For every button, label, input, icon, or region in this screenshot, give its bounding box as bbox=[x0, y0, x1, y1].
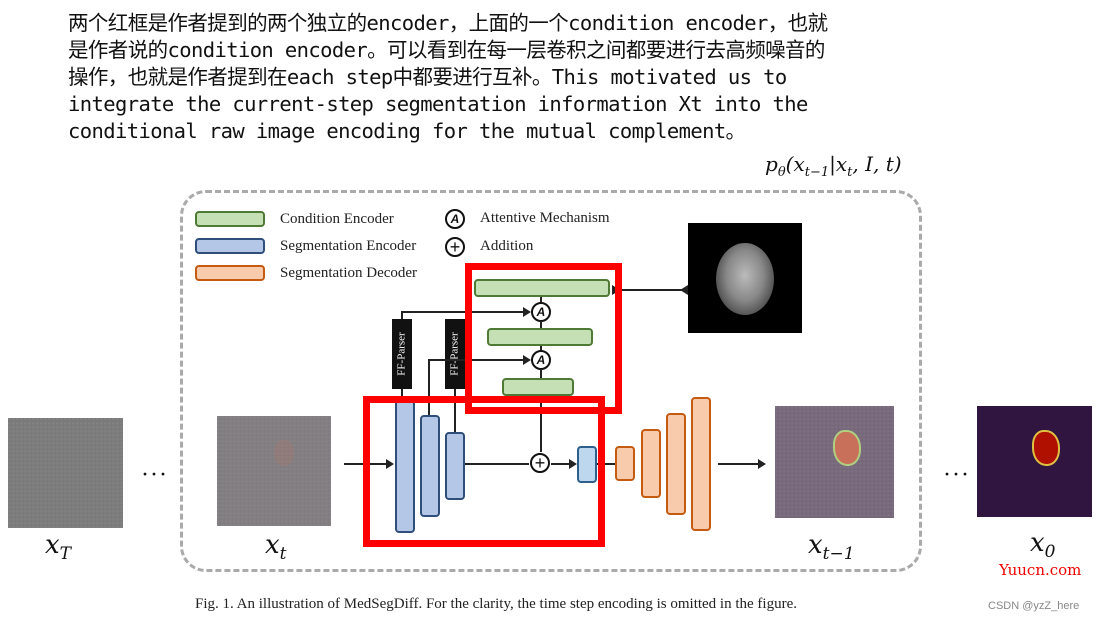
legend-swatch-segmentation-decoder bbox=[195, 265, 265, 281]
label-x0: x0 bbox=[1030, 528, 1056, 563]
annotation-text: 两个红框是作者提到的两个独立的encoder，上面的一个condition en… bbox=[68, 10, 998, 145]
noisy-mask-image-xt bbox=[217, 416, 331, 526]
mri-raw-image bbox=[688, 223, 802, 333]
addition-symbol-icon: + bbox=[445, 237, 465, 257]
legend-swatch-segmentation-encoder bbox=[195, 238, 265, 254]
label-xt: xt bbox=[265, 530, 287, 565]
annotation-line: conditional raw image encoding for the m… bbox=[68, 119, 746, 143]
legend-swatch-condition-encoder bbox=[195, 211, 265, 227]
ff-parser-block: FF-Parser bbox=[392, 319, 412, 389]
ellipsis: ··· bbox=[141, 462, 168, 488]
raw-image-arrow bbox=[612, 285, 688, 295]
noise-image-xT bbox=[8, 418, 123, 528]
attention-symbol-icon: A bbox=[445, 209, 465, 229]
output-arrow bbox=[718, 459, 766, 469]
segmentation-decoder-block bbox=[641, 429, 661, 498]
legend-label: Segmentation Encoder bbox=[280, 238, 417, 254]
legend-label: Attentive Mechanism bbox=[480, 210, 610, 226]
highlight-condition-encoder bbox=[465, 263, 622, 414]
legend-label: Addition bbox=[480, 238, 534, 254]
legend-label: Segmentation Decoder bbox=[280, 265, 418, 281]
figure-caption: Fig. 1. An illustration of MedSegDiff. F… bbox=[195, 596, 797, 612]
ff-parser-block: FF-Parser bbox=[445, 319, 465, 389]
final-mask-image-x0 bbox=[977, 406, 1092, 517]
legend-label: Condition Encoder bbox=[280, 211, 394, 227]
highlight-segmentation-encoder bbox=[363, 396, 605, 547]
denoised-mask-image-xt-1 bbox=[775, 406, 894, 518]
annotation-line: 操作，也就是作者提到在each step中都要进行互补。This motivat… bbox=[68, 65, 787, 89]
formula-label: pθ(xt−1|xt, I, t) bbox=[765, 152, 902, 180]
label-xT: xT bbox=[45, 530, 72, 565]
annotation-line: integrate the current-step segmentation … bbox=[68, 92, 808, 116]
segmentation-decoder-block bbox=[691, 397, 711, 531]
csdn-watermark: CSDN @yzZ_here bbox=[988, 600, 1080, 612]
annotation-line: 是作者说的condition encoder。可以看到在每一层卷积之间都要进行去… bbox=[68, 38, 825, 62]
segmentation-decoder-block bbox=[666, 413, 686, 515]
segmentation-decoder-block bbox=[615, 446, 635, 481]
label-xt-1: xt−1 bbox=[808, 530, 855, 565]
annotation-line: 两个红框是作者提到的两个独立的encoder，上面的一个condition en… bbox=[68, 11, 828, 35]
site-watermark: Yuucn.com bbox=[999, 561, 1082, 579]
ellipsis: ··· bbox=[943, 462, 970, 488]
